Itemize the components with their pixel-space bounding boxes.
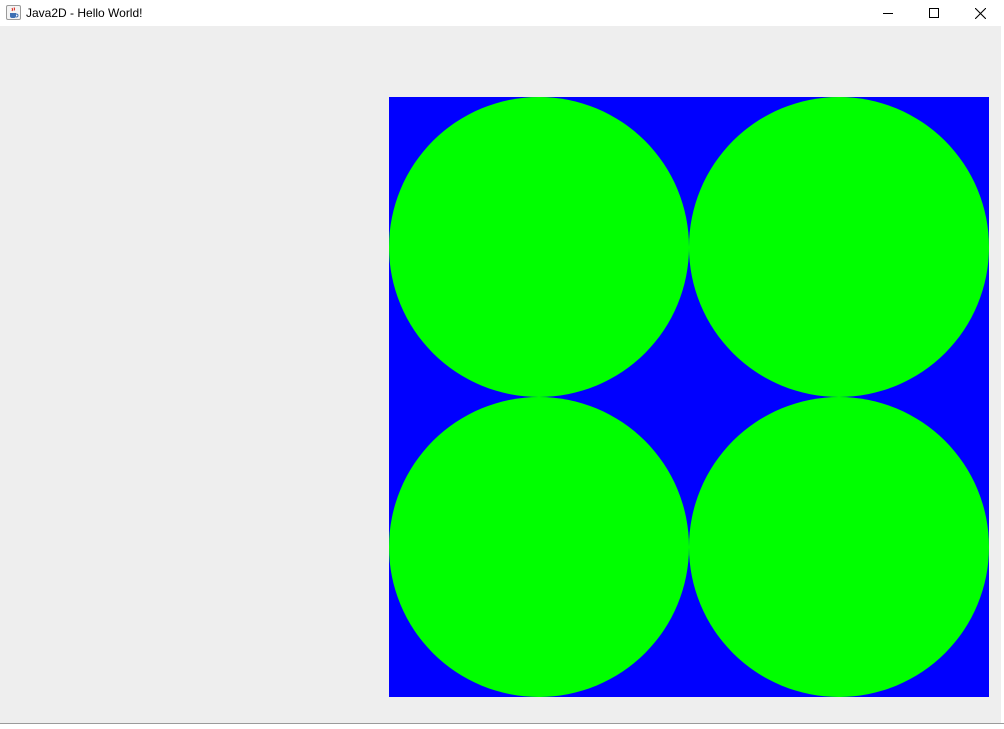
- green-circle: [389, 97, 689, 397]
- close-button[interactable]: [957, 0, 1003, 26]
- title-bar[interactable]: Java2D - Hello World!: [0, 0, 1004, 26]
- green-circle: [689, 397, 989, 697]
- app-window: Java2D - Hello World!: [0, 0, 1004, 729]
- java-cup-icon: [6, 5, 21, 20]
- close-icon: [974, 7, 986, 19]
- minimize-icon: [883, 13, 893, 14]
- maximize-icon: [929, 8, 939, 18]
- window-title: Java2D - Hello World!: [26, 6, 143, 20]
- green-circle: [389, 397, 689, 697]
- green-circle: [689, 97, 989, 397]
- window-bottom-border: [0, 723, 1004, 729]
- drawing-canvas: [389, 97, 989, 697]
- minimize-button[interactable]: [865, 0, 911, 26]
- maximize-button[interactable]: [911, 0, 957, 26]
